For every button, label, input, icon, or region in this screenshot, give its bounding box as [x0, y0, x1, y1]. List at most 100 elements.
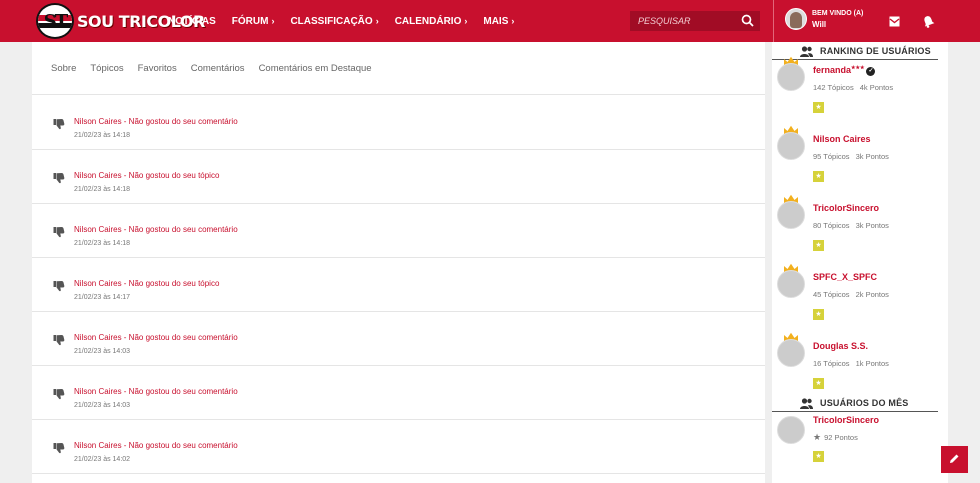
nav-item-3[interactable]: CALENDÁRIO ›: [395, 16, 468, 27]
month-user-name[interactable]: TricolorSincero: [813, 415, 879, 425]
verified-icon: ✓: [866, 67, 876, 76]
crown-icon: [783, 260, 799, 272]
ranking-user-topics: 45 Tópicos: [813, 290, 850, 299]
ranking-item[interactable]: Douglas S.S. 16 Tópicos 1k Pontos ★: [772, 329, 948, 398]
notification-text[interactable]: Nilson Caires - Não gostou do seu coment…: [74, 333, 238, 342]
profile-tabs: Sobre Tópicos Favoritos Comentários Comentár…: [32, 42, 765, 95]
notification-item: Nilson Caires - Não gostou do seu coment…: [32, 366, 765, 420]
notification-date: 21/02/23 às 14:18: [74, 132, 131, 139]
month-users-title: USUÁRIOS DO MÊS: [820, 398, 909, 408]
sidebar: RANKING DE USUÁRIOS fernanda★★★ ✓ 142 Tópi…: [772, 42, 948, 483]
logo-badge-text: ST: [43, 11, 68, 32]
ranking-user-topics: 80 Tópicos: [813, 221, 850, 230]
notification-text[interactable]: Nilson Caires - Não gostou do seu coment…: [74, 117, 238, 126]
ranking-item[interactable]: SPFC_X_SPFC 45 Tópicos 2k Pontos ★: [772, 260, 948, 329]
ranking-user-name[interactable]: Douglas S.S.: [813, 341, 868, 351]
ranking-user-points: 3k Pontos: [855, 221, 889, 230]
ranking-item[interactable]: Nilson Caires 95 Tópicos 3k Pontos ★: [772, 122, 948, 191]
tab-3[interactable]: Comentários: [191, 63, 245, 74]
notification-date: 21/02/23 às 14:18: [74, 186, 131, 193]
ranking-user-name[interactable]: Nilson Caires: [813, 134, 871, 144]
ranking-user-name[interactable]: SPFC_X_SPFC: [813, 272, 877, 282]
logo-badge-icon: ST: [36, 3, 74, 39]
notifications-bell-icon[interactable]: [920, 13, 936, 29]
search-box: [630, 11, 760, 31]
user-menu[interactable]: BEM VINDO (A) Will: [785, 8, 863, 30]
ranking-user-topics: 142 Tópicos: [813, 83, 854, 92]
notification-date: 21/02/23 às 14:03: [74, 348, 131, 355]
thumbs-down-icon: [53, 333, 65, 351]
notification-text[interactable]: Nilson Caires - Não gostou do seu coment…: [74, 441, 238, 450]
chevron-right-icon: ›: [271, 15, 275, 26]
chevron-right-icon: ›: [511, 15, 515, 26]
badge-star-icon: ★: [813, 171, 824, 182]
ranking-user-points: 1k Pontos: [855, 359, 889, 368]
user-avatar: [785, 8, 807, 30]
chevron-right-icon: ›: [375, 15, 379, 26]
notification-date: 21/02/23 às 14:18: [74, 240, 131, 247]
crown-icon: [783, 122, 799, 134]
nav-item-0[interactable]: NOTÍCIAS: [168, 16, 216, 27]
ranking-user-points: 2k Pontos: [855, 290, 889, 299]
crown-icon: [783, 329, 799, 341]
nav-item-1[interactable]: FÓRUM ›: [232, 16, 275, 27]
top-navbar: ST SOU TRICOLOR NOTÍCIAS FÓRUM › CLASSIFICA…: [0, 0, 980, 42]
search-icon[interactable]: [741, 14, 754, 32]
tab-1[interactable]: Tópicos: [90, 63, 123, 74]
nav-item-4[interactable]: MAIS ›: [483, 16, 514, 27]
chevron-right-icon: ›: [464, 15, 468, 26]
thumbs-down-icon: [53, 387, 65, 405]
notification-date: 21/02/23 às 14:03: [74, 402, 131, 409]
notification-item: Nilson Caires - Não gostou do seu coment…: [32, 312, 765, 366]
messages-icon[interactable]: [886, 13, 902, 29]
thumbs-down-icon: [53, 225, 65, 243]
notification-item: Nilson Caires - Não gostou do seu coment…: [32, 420, 765, 474]
notification-text[interactable]: Nilson Caires - Não gostou do seu coment…: [74, 387, 238, 396]
ranking-user-avatar[interactable]: [777, 201, 805, 229]
thumbs-down-icon: [53, 441, 65, 459]
tab-2[interactable]: Favoritos: [138, 63, 177, 74]
month-user-item[interactable]: TricolorSincero ★ 92 Pontos ★: [772, 410, 948, 479]
nav-item-label: NOTÍCIAS: [168, 15, 216, 27]
tab-4[interactable]: Comentários em Destaque: [259, 63, 372, 74]
thumbs-down-icon: [53, 117, 65, 135]
notification-date: 21/02/23 às 14:02: [74, 456, 131, 463]
month-user-points: 92 Pontos: [824, 433, 858, 442]
ranking-item[interactable]: TricolorSincero 80 Tópicos 3k Pontos ★: [772, 191, 948, 260]
ranking-user-avatar[interactable]: [777, 339, 805, 367]
nav-item-2[interactable]: CLASSIFICAÇÃO ›: [290, 16, 378, 27]
ranking-user-avatar[interactable]: [777, 63, 805, 91]
ranking-user-points: 4k Pontos: [859, 83, 894, 92]
tab-0[interactable]: Sobre: [51, 63, 76, 74]
notification-list: Nilson Caires - Não gostou do seu coment…: [32, 96, 765, 474]
username-label: Will: [812, 20, 827, 29]
badge-star-icon: ★: [813, 240, 824, 251]
nav-item-label: MAIS: [483, 15, 509, 27]
badge-star-icon: ★: [813, 378, 824, 389]
ranking-item[interactable]: fernanda★★★ ✓ 142 Tópicos 4k Pontos ★: [772, 53, 948, 122]
notification-text[interactable]: Nilson Caires - Não gostou do seu coment…: [74, 225, 238, 234]
pencil-icon: [949, 451, 960, 469]
notification-item: Nilson Caires - Não gostou do seu coment…: [32, 204, 765, 258]
search-input[interactable]: [638, 16, 738, 26]
ranking-user-name[interactable]: fernanda★★★ ✓: [813, 65, 876, 76]
ranking-user-avatar[interactable]: [777, 270, 805, 298]
notification-item: Nilson Caires - Não gostou do seu coment…: [32, 96, 765, 150]
ranking-user-name-text: TricolorSincero: [813, 203, 880, 213]
ranking-user-topics: 95 Tópicos: [813, 152, 850, 161]
notification-item: Nilson Caires - Não gostou do seu tópico…: [32, 150, 765, 204]
nav-item-label: CLASSIFICAÇÃO: [290, 15, 373, 27]
thumbs-down-icon: [53, 171, 65, 189]
notification-item: Nilson Caires - Não gostou do seu tópico…: [32, 258, 765, 312]
new-topic-button[interactable]: [941, 446, 968, 473]
nav-item-label: FÓRUM: [231, 15, 269, 27]
nav-item-label: CALENDÁRIO: [394, 15, 462, 27]
notification-text[interactable]: Nilson Caires - Não gostou do seu tópico: [74, 279, 219, 288]
notification-text[interactable]: Nilson Caires - Não gostou do seu tópico: [74, 171, 219, 180]
ranking-user-points: 3k Pontos: [855, 152, 889, 161]
ranking-user-avatar[interactable]: [777, 132, 805, 160]
ranking-user-name-text: Douglas S.S.: [813, 341, 869, 351]
ranking-user-name[interactable]: TricolorSincero: [813, 203, 879, 213]
welcome-label: BEM VINDO (A): [812, 10, 864, 17]
crown-icon: [783, 53, 799, 65]
